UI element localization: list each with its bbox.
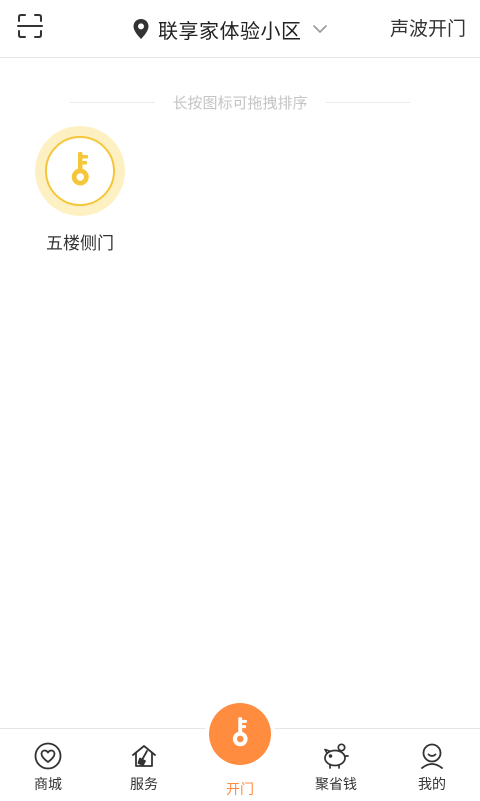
key-icon bbox=[65, 149, 95, 193]
bottom-tab-bar: 商城 服务 开门 聚省钱 我的 bbox=[0, 703, 480, 801]
scan-button[interactable] bbox=[14, 12, 46, 44]
piggy-bank-icon bbox=[321, 741, 351, 771]
tab-open-door[interactable]: 开门 bbox=[192, 703, 288, 801]
tab-mine-label: 我的 bbox=[418, 777, 446, 793]
heart-icon bbox=[33, 741, 63, 771]
sort-hint-text: 长按图标可拖拽排序 bbox=[172, 93, 308, 112]
tab-mall-label: 商城 bbox=[34, 777, 62, 793]
top-bar: 联享家体验小区 声波开门 bbox=[0, 0, 480, 58]
door-icon-ring bbox=[45, 136, 115, 206]
tab-service-label: 服务 bbox=[130, 777, 158, 793]
community-name: 联享家体验小区 bbox=[158, 18, 302, 43]
house-broom-icon bbox=[129, 741, 159, 771]
tab-service[interactable]: 服务 bbox=[96, 729, 192, 801]
tab-mall[interactable]: 商城 bbox=[0, 729, 96, 801]
location-pin-icon bbox=[130, 18, 152, 40]
door-icon-halo bbox=[35, 126, 125, 216]
sonic-open-button[interactable]: 声波开门 bbox=[390, 14, 466, 41]
open-door-bubble bbox=[209, 703, 271, 765]
scan-icon bbox=[16, 12, 44, 44]
key-icon bbox=[227, 714, 253, 754]
divider-left bbox=[70, 101, 155, 103]
divider-right bbox=[325, 101, 411, 103]
community-selector[interactable]: 联享家体验小区 bbox=[130, 12, 330, 46]
tab-mine[interactable]: 我的 bbox=[384, 729, 480, 801]
chevron-down-icon bbox=[310, 19, 330, 39]
user-icon bbox=[417, 741, 447, 771]
tab-open-door-label: 开门 bbox=[226, 782, 254, 798]
tab-save-money[interactable]: 聚省钱 bbox=[288, 729, 384, 801]
sort-hint: 长按图标可拖拽排序 bbox=[70, 91, 411, 113]
door-item-fifth-floor-side[interactable]: 五楼侧门 bbox=[34, 126, 126, 254]
tab-save-money-label: 聚省钱 bbox=[315, 777, 357, 793]
door-label: 五楼侧门 bbox=[46, 234, 114, 254]
